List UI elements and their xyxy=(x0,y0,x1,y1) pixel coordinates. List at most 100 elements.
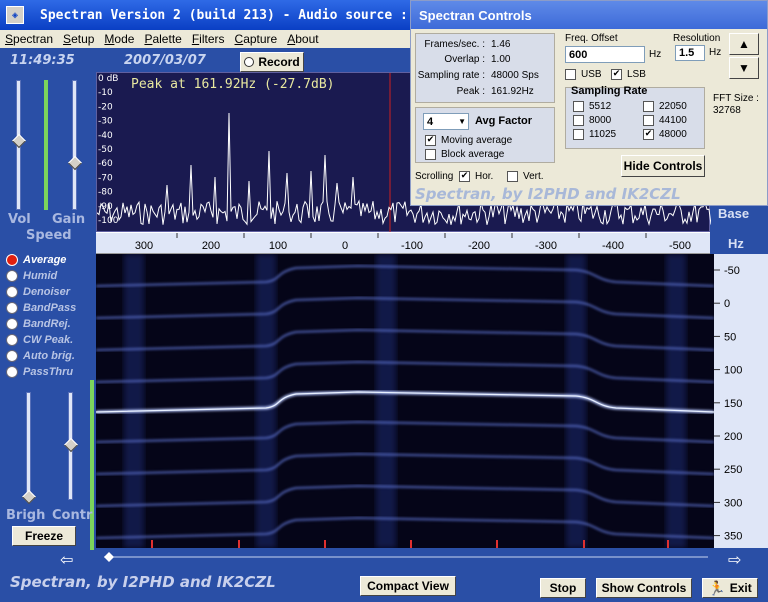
usb-checkbox[interactable] xyxy=(565,69,576,80)
waterfall-display[interactable] xyxy=(95,254,715,548)
block-average-checkbox[interactable] xyxy=(425,149,436,160)
scroll-vertical-label: Vert. xyxy=(523,171,544,182)
rate-8000-checkbox[interactable] xyxy=(573,115,584,126)
radio-icon xyxy=(6,318,18,330)
mode-cw-peak[interactable]: CW Peak. xyxy=(6,334,73,346)
stop-button[interactable]: Stop xyxy=(540,578,586,598)
rate-5512-checkbox[interactable] xyxy=(573,101,584,112)
show-controls-button[interactable]: Show Controls xyxy=(596,578,692,598)
lsb-checkbox[interactable]: ✔ xyxy=(611,69,622,80)
scroll-horizontal-checkbox[interactable]: ✔ xyxy=(459,171,470,182)
mode-auto-brig[interactable]: Auto brig. xyxy=(6,350,75,362)
rate-11025-checkbox[interactable] xyxy=(573,129,584,140)
time-axis: -50 0 50 100 150 200 250 300 350 xyxy=(714,254,768,548)
menu-about[interactable]: About xyxy=(282,32,323,46)
vol-level-meter xyxy=(44,80,48,210)
db-tick-label: 0 dB xyxy=(98,74,118,84)
freq-tick-label: -400 xyxy=(602,240,624,252)
moving-average-checkbox[interactable]: ✔ xyxy=(425,135,436,146)
vol-label: Vol xyxy=(8,212,31,227)
brightness-slider[interactable] xyxy=(26,392,31,500)
rate-11025-label: 11025 xyxy=(589,129,617,140)
menu-capture[interactable]: Capture xyxy=(230,32,283,46)
mode-average[interactable]: Average xyxy=(6,254,66,266)
block-average-label: Block average xyxy=(441,149,505,160)
rate-44100-label: 44100 xyxy=(659,115,687,126)
gain-slider-thumb[interactable] xyxy=(67,155,83,171)
resolution-input[interactable]: 1.5 xyxy=(675,45,705,61)
lsb-label: LSB xyxy=(627,69,646,80)
rate-22050-label: 22050 xyxy=(659,101,687,112)
db-tick-label: -30 xyxy=(98,117,113,127)
brightness-slider-thumb[interactable] xyxy=(21,489,37,505)
mode-label: Auto brig. xyxy=(23,350,75,362)
freq-offset-input[interactable]: 600 xyxy=(565,46,645,63)
resolution-down-button[interactable]: ▼ xyxy=(729,57,759,79)
db-tick-label: -50 xyxy=(98,145,113,155)
resolution-unit: Hz xyxy=(709,47,722,58)
rate-44100-checkbox[interactable] xyxy=(643,115,654,126)
window-title: Spectran Version 2 (build 213) - Audio s… xyxy=(40,7,455,23)
menu-filters[interactable]: Filters xyxy=(187,32,230,46)
freq-tick-label: 0 xyxy=(342,240,348,252)
db-tick-label: -40 xyxy=(98,131,113,141)
rate-22050-checkbox[interactable] xyxy=(643,101,654,112)
freq-tick-label: 200 xyxy=(202,240,220,252)
record-button[interactable]: Record xyxy=(240,52,304,72)
freq-tick-label: -500 xyxy=(669,240,691,252)
exit-button[interactable]: 🏃 Exit xyxy=(702,578,758,598)
controls-title-bar[interactable]: Spectran Controls xyxy=(411,1,767,29)
time-tick-label: 50 xyxy=(724,331,736,343)
time-tick-label: -50 xyxy=(724,265,740,277)
hide-controls-button[interactable]: Hide Controls xyxy=(621,155,705,177)
compact-view-button[interactable]: Compact View xyxy=(360,576,456,596)
sampling-rate-label: Sampling rate : xyxy=(417,70,485,81)
scroll-right-arrow[interactable]: ⇨ xyxy=(728,550,741,569)
freq-tick-label: -300 xyxy=(535,240,557,252)
hz-label: Hz xyxy=(728,236,744,251)
mode-humid[interactable]: Humid xyxy=(6,270,57,282)
mode-label: Humid xyxy=(23,270,58,282)
mode-denoiser[interactable]: Denoiser xyxy=(6,286,70,298)
rate-8000-label: 8000 xyxy=(589,115,612,126)
vol-slider-thumb[interactable] xyxy=(11,133,27,149)
mode-bandrej[interactable]: BandRej. xyxy=(6,318,71,330)
freq-tick-label: -100 xyxy=(401,240,423,252)
rate-48000-checkbox[interactable]: ✔ xyxy=(643,129,654,140)
running-man-icon: 🏃 xyxy=(708,579,726,596)
mode-bandpass[interactable]: BandPass xyxy=(6,302,76,314)
freq-tick-label: -200 xyxy=(468,240,490,252)
menu-mode[interactable]: Mode xyxy=(99,32,139,46)
db-tick-label: -80 xyxy=(98,188,113,198)
time-tick-label: 250 xyxy=(724,464,742,476)
rate-48000-label: 48000 xyxy=(659,129,687,140)
gain-slider[interactable] xyxy=(72,80,77,210)
menu-palette[interactable]: Palette xyxy=(139,32,186,46)
freq-tick-label: 100 xyxy=(269,240,287,252)
info-row: 11:49:35 2007/03/07 xyxy=(0,48,410,72)
menu-spectran[interactable]: Spectran xyxy=(0,32,58,46)
mode-passthru[interactable]: PassThru xyxy=(6,366,73,378)
app-icon[interactable]: ◈ xyxy=(6,6,24,24)
scroll-handle[interactable] xyxy=(104,552,114,562)
base-label: Base xyxy=(718,206,750,221)
arrow-up-icon: ▲ xyxy=(738,37,750,51)
radio-icon xyxy=(6,254,18,266)
avg-factor-value: 4 xyxy=(427,115,434,128)
moving-average-label: Moving average xyxy=(441,135,513,146)
overlap-value: 1.00 xyxy=(491,54,511,65)
avg-factor-select[interactable]: 4 ▼ xyxy=(423,113,469,130)
controls-watermark: Spectran, by I2PHD and IK2CZL xyxy=(415,185,681,203)
mode-label: BandRej. xyxy=(23,318,71,330)
menu-setup[interactable]: Setup xyxy=(58,32,99,46)
scroll-left-arrow[interactable]: ⇦ xyxy=(60,550,73,569)
mode-label: Denoiser xyxy=(23,286,71,298)
peak-readout: Peak at 161.92Hz (-27.7dB) xyxy=(131,77,335,92)
resolution-up-button[interactable]: ▲ xyxy=(729,33,759,55)
freeze-button[interactable]: Freeze xyxy=(12,526,76,546)
contrast-slider-thumb[interactable] xyxy=(63,437,79,453)
mode-label: CW Peak. xyxy=(23,334,74,346)
scroll-vertical-checkbox[interactable] xyxy=(507,171,518,182)
waterfall-plot xyxy=(95,254,715,548)
scroll-strip[interactable] xyxy=(96,548,714,566)
